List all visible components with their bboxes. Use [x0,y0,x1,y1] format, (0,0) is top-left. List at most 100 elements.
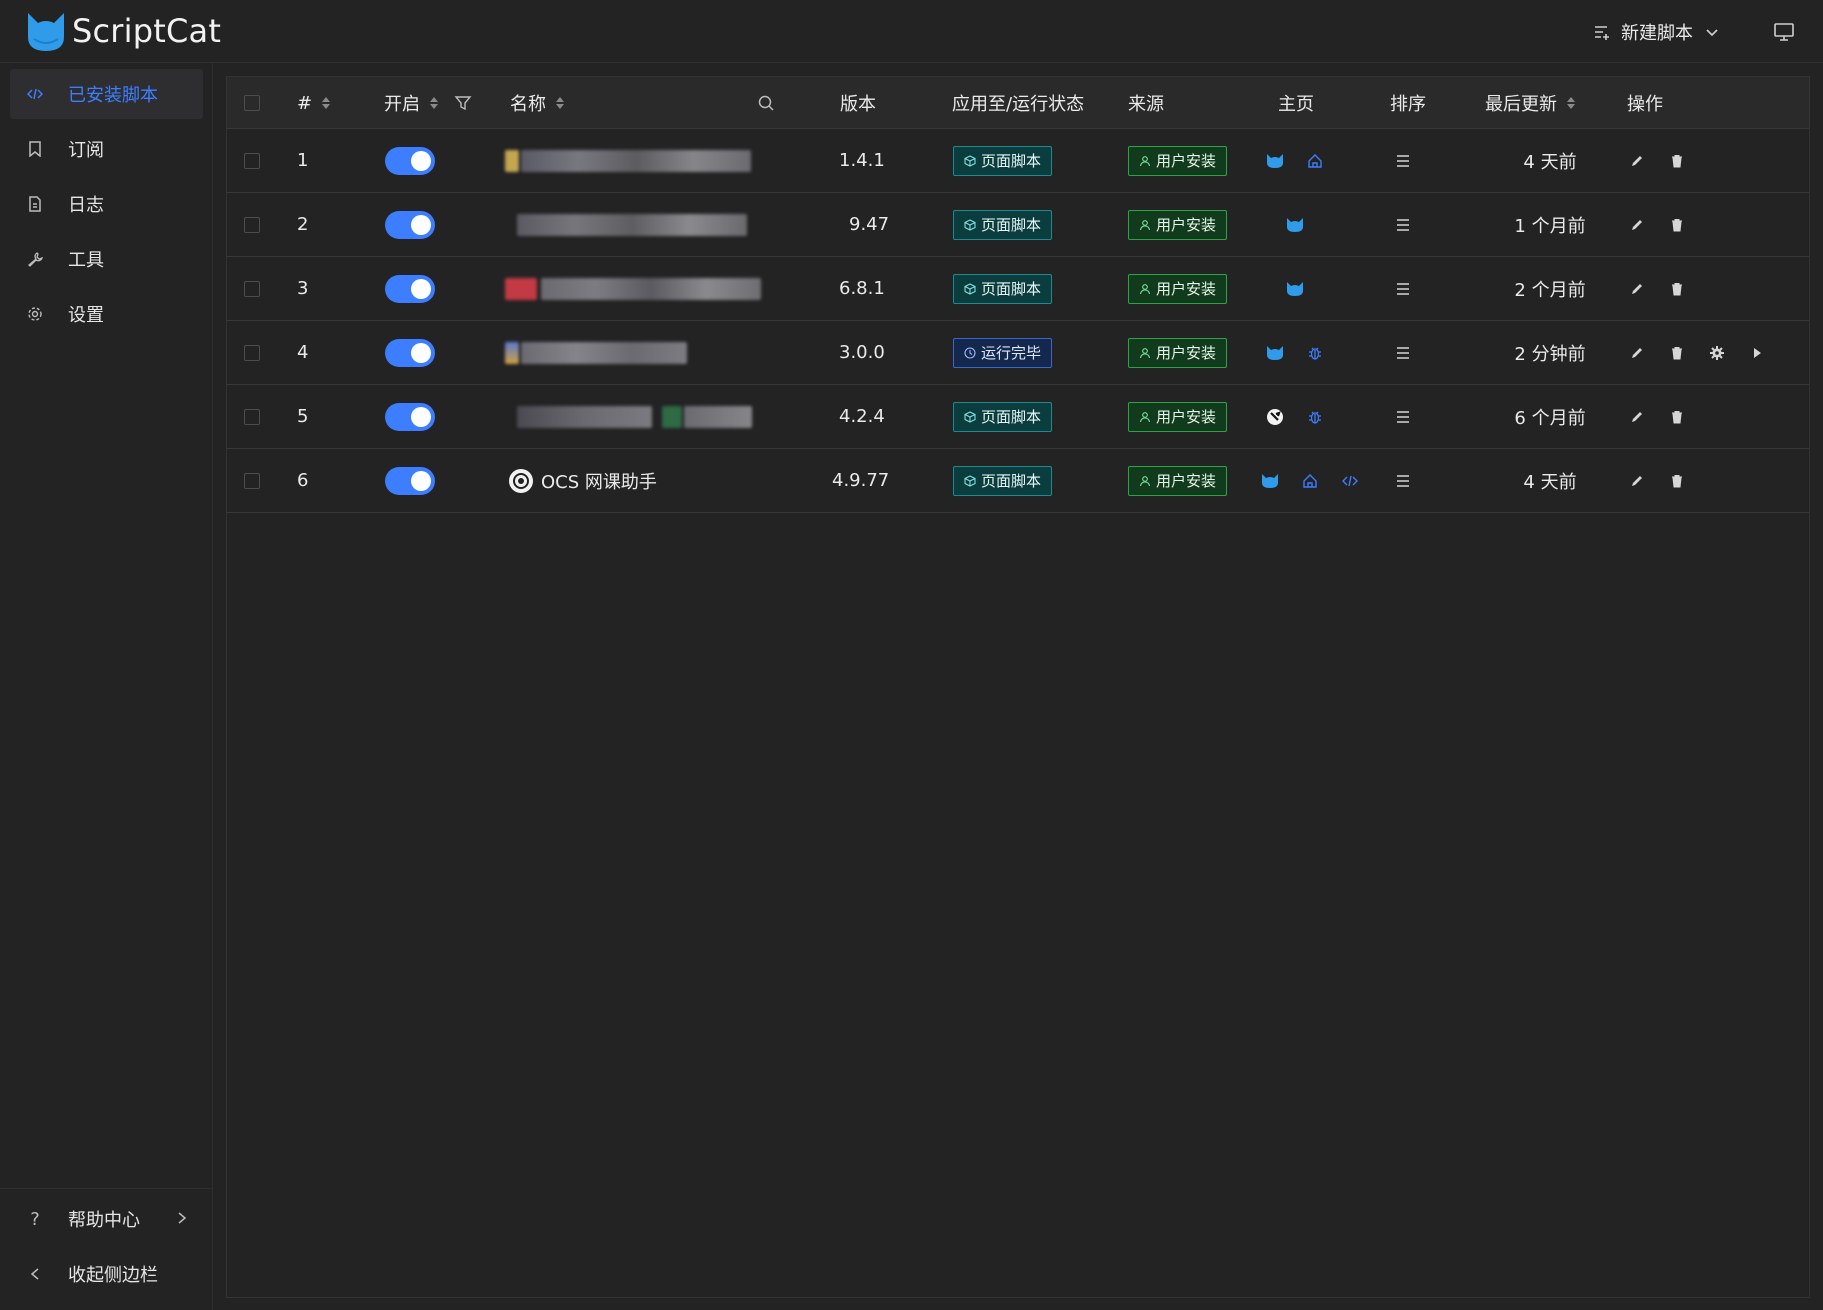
app-title: ScriptCat [72,12,222,50]
delete-icon[interactable] [1665,213,1689,237]
status-tag[interactable]: 页面脚本 [953,145,1053,176]
drag-handle-icon[interactable] [1391,469,1415,493]
column-updated-label: 最后更新 [1485,94,1557,115]
status-tag[interactable]: 页面脚本 [953,273,1053,304]
status-tag[interactable]: 页面脚本 [953,209,1053,240]
script-name-link[interactable] [505,129,751,192]
sort-icon [556,97,564,109]
settings-icon[interactable] [1705,341,1729,365]
sidebar-item-subscriptions[interactable]: 订阅 [10,124,203,174]
enable-toggle[interactable] [385,338,435,367]
sidebar-item-settings[interactable]: 设置 [10,289,203,339]
table-header: # 开启 名称 版本 应用至/运行状态 来源 主页 排序 最后更新 操作 [227,77,1809,129]
row-checkbox[interactable] [244,344,260,361]
bug-icon[interactable] [1303,405,1327,429]
column-index[interactable]: # [297,77,331,129]
row-checkbox[interactable] [244,152,260,169]
delete-icon[interactable] [1665,405,1689,429]
author-icon[interactable] [1263,405,1287,429]
column-sort-label: 排序 [1390,94,1426,115]
row-checkbox[interactable] [244,280,260,297]
column-enabled[interactable]: 开启 [384,77,472,129]
monitor-button[interactable] [1773,22,1795,42]
row-checkbox[interactable] [244,408,260,425]
script-name-link[interactable]: OCS 网课助手 [509,449,657,512]
filter-icon[interactable] [454,94,472,112]
column-updated[interactable]: 最后更新 [1485,77,1575,129]
row-version: 1.4.1 [839,150,885,171]
column-name[interactable]: 名称 [510,77,564,129]
list-add-icon [1595,25,1609,40]
sidebar-item-installed-scripts[interactable]: 已安装脚本 [10,69,203,119]
script-name-link[interactable] [505,257,761,320]
table-row: 1 1.4.1 页面脚本 用户安装 4 天前 [227,129,1809,193]
column-index-label: # [297,92,313,114]
scriptcat-icon[interactable] [1258,469,1282,493]
status-tag[interactable]: 页面脚本 [953,465,1053,496]
enable-toggle[interactable] [385,402,435,431]
top-bar: ScriptCat 新建脚本 [0,0,1823,63]
edit-icon[interactable] [1625,149,1649,173]
enable-toggle[interactable] [385,210,435,239]
select-all-checkbox[interactable] [244,95,260,111]
log-icon [26,195,44,213]
bookmark-icon [26,140,44,158]
column-sort: 排序 [1390,77,1426,129]
script-name-link[interactable] [517,193,747,256]
user-icon [1139,219,1151,230]
delete-icon[interactable] [1665,277,1689,301]
column-name-label: 名称 [510,94,546,115]
delete-icon[interactable] [1665,341,1689,365]
row-checkbox[interactable] [244,216,260,233]
drag-handle-icon[interactable] [1391,277,1415,301]
play-icon[interactable] [1745,341,1769,365]
edit-icon[interactable] [1625,213,1649,237]
enable-toggle[interactable] [385,146,435,175]
scriptcat-icon[interactable] [1283,277,1307,301]
home-icon[interactable] [1298,469,1322,493]
script-name-link[interactable] [517,385,752,448]
edit-icon[interactable] [1625,341,1649,365]
edit-icon[interactable] [1625,469,1649,493]
row-version: 9.47 [849,214,890,235]
script-name: OCS 网课助手 [541,471,657,493]
row-updated: 4 天前 [1523,151,1577,173]
redacted-name [541,277,761,300]
redacted-name [517,213,747,236]
scriptcat-icon[interactable] [1283,213,1307,237]
drag-handle-icon[interactable] [1391,341,1415,365]
row-checkbox[interactable] [244,472,260,489]
status-tag[interactable]: 页面脚本 [953,401,1053,432]
logo: ScriptCat [24,9,221,53]
redacted-name [521,341,687,364]
code-icon[interactable] [1338,469,1362,493]
scriptcat-icon[interactable] [1263,149,1287,173]
help-center-link[interactable]: ? 帮助中心 [10,1194,203,1244]
drag-handle-icon[interactable] [1391,405,1415,429]
sidebar-item-logs[interactable]: 日志 [10,179,203,229]
script-name-link[interactable] [505,321,687,384]
row-index: 4 [297,342,309,363]
sidebar-item-tools[interactable]: 工具 [10,234,203,284]
enable-toggle[interactable] [385,466,435,495]
delete-icon[interactable] [1665,149,1689,173]
home-icon[interactable] [1303,149,1327,173]
drag-handle-icon[interactable] [1391,149,1415,173]
status-tag[interactable]: 运行完毕 [953,337,1053,368]
drag-handle-icon[interactable] [1391,213,1415,237]
gear-icon [26,305,44,323]
cube-icon [964,474,976,487]
name-search-button[interactable] [757,77,775,129]
table-row: 2 9.47 页面脚本 用户安装 1 个月前 [227,193,1809,257]
column-homepage: 主页 [1278,77,1314,129]
source-tag: 用户安装 [1128,209,1228,240]
enable-toggle[interactable] [385,274,435,303]
new-script-button[interactable]: 新建脚本 [1593,19,1729,45]
edit-icon[interactable] [1625,277,1649,301]
sidebar: 已安装脚本 订阅 日志 工具 设置 ? 帮助中心 收起侧边栏 [0,63,213,1310]
edit-icon[interactable] [1625,405,1649,429]
collapse-sidebar-button[interactable]: 收起侧边栏 [10,1249,203,1299]
bug-icon[interactable] [1303,341,1327,365]
delete-icon[interactable] [1665,469,1689,493]
scriptcat-icon[interactable] [1263,341,1287,365]
